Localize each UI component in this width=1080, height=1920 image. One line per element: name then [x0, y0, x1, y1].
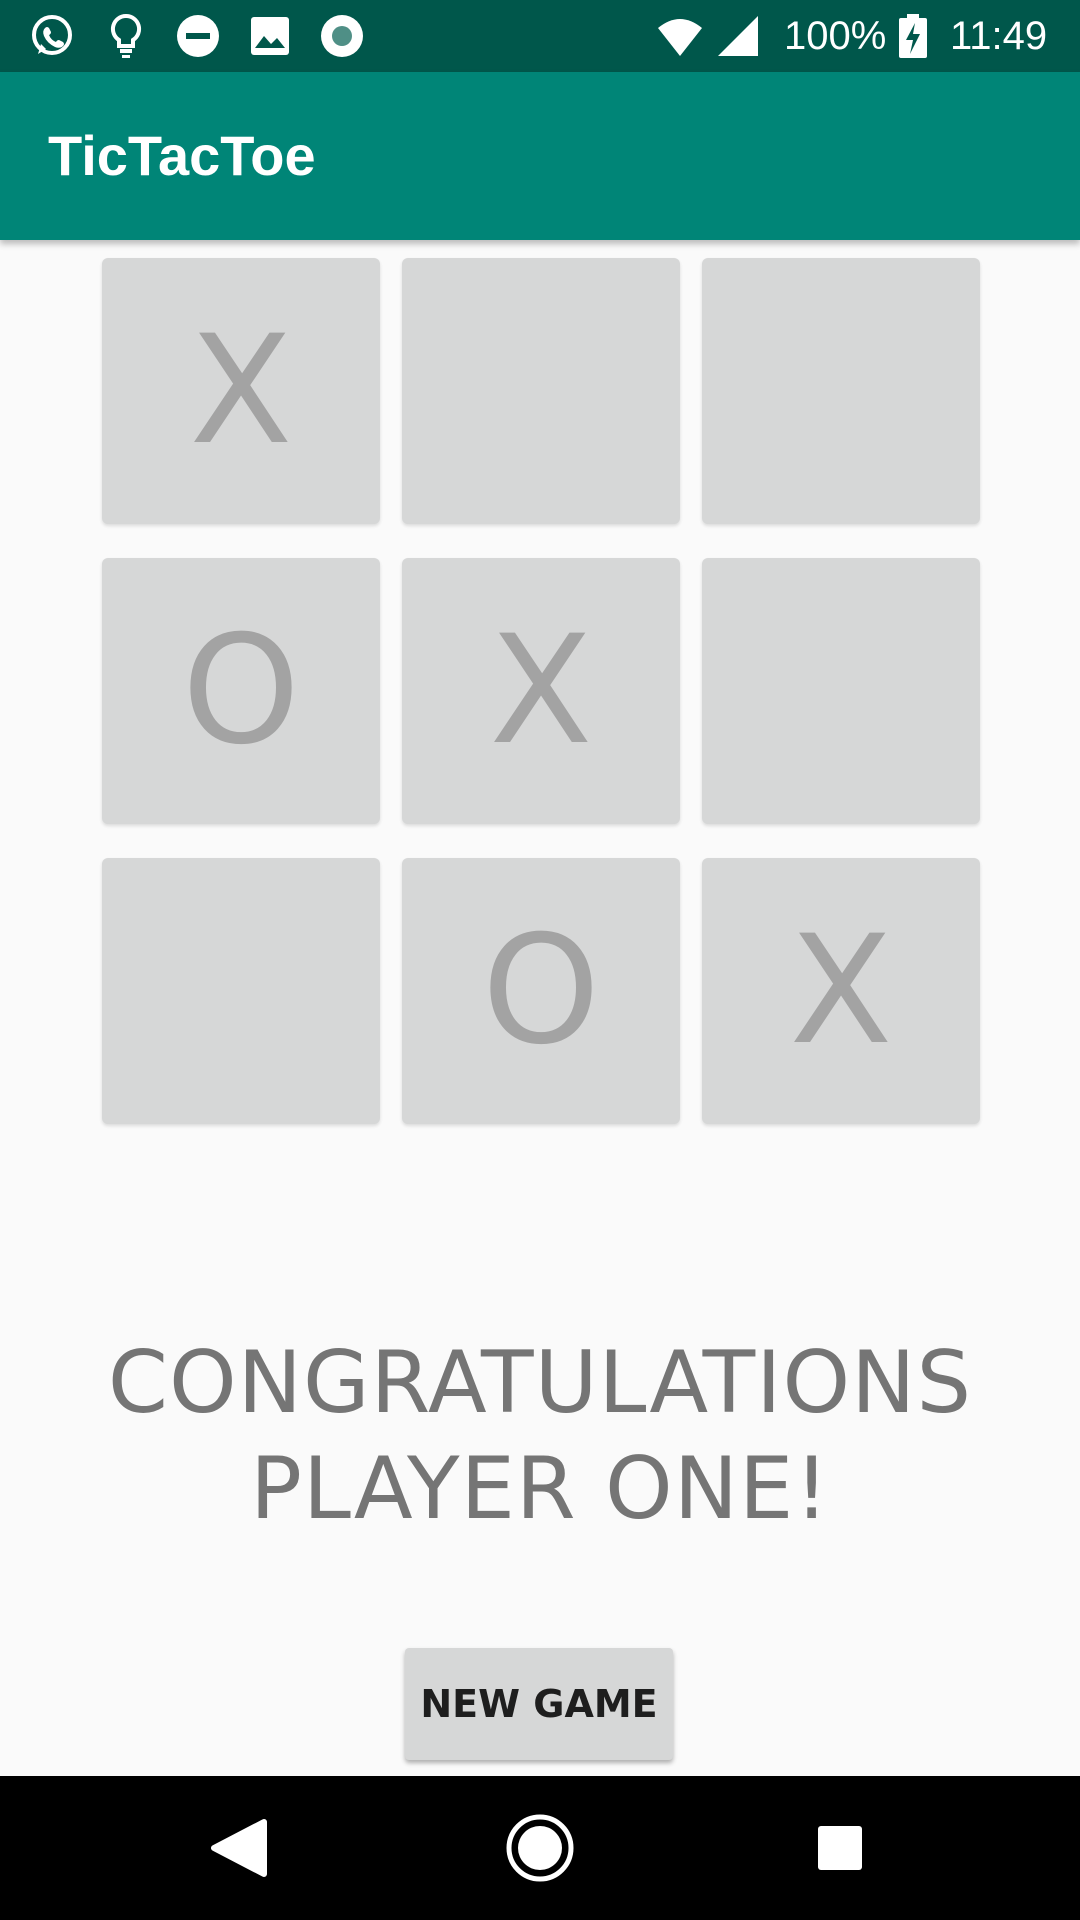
board-cell[interactable]: X	[102, 258, 380, 524]
board-cell[interactable]: O	[102, 558, 380, 824]
do-not-disturb-icon	[177, 15, 219, 57]
home-icon[interactable]	[492, 1800, 588, 1896]
board-cell[interactable]	[402, 258, 680, 524]
navigation-bar	[0, 1776, 1080, 1920]
battery-percent: 100%	[784, 14, 887, 58]
board-cell[interactable]: O	[402, 858, 680, 1124]
result-message-line1: CONGRATULATIONS	[107, 1333, 973, 1433]
result-message-line2: PLAYER ONE!	[250, 1439, 830, 1539]
board-cell[interactable]	[102, 858, 380, 1124]
record-icon	[321, 15, 363, 57]
board-cell[interactable]	[702, 258, 980, 524]
wifi-icon	[658, 19, 702, 56]
cell-signal-icon	[718, 16, 758, 56]
clock: 11:49	[950, 14, 1048, 58]
app-title: TicTacToe	[48, 124, 316, 187]
board-cell[interactable]: X	[702, 858, 980, 1124]
battery-charging-icon	[899, 14, 927, 58]
status-bar: 100% 11:49	[0, 0, 1080, 72]
recents-icon[interactable]	[792, 1800, 888, 1896]
result-message: CONGRATULATIONS PLAYER ONE!	[0, 1330, 1080, 1542]
board-cell[interactable]	[702, 558, 980, 824]
game-board: X O X O X	[100, 256, 980, 1124]
app-bar: TicTacToe	[0, 72, 1080, 240]
lightbulb-icon	[110, 13, 142, 58]
back-icon[interactable]	[192, 1800, 288, 1896]
image-icon	[251, 17, 289, 55]
whatsapp-icon	[32, 15, 72, 55]
board-cell[interactable]: X	[402, 558, 680, 824]
new-game-button[interactable]: NEW GAME	[405, 1648, 673, 1760]
